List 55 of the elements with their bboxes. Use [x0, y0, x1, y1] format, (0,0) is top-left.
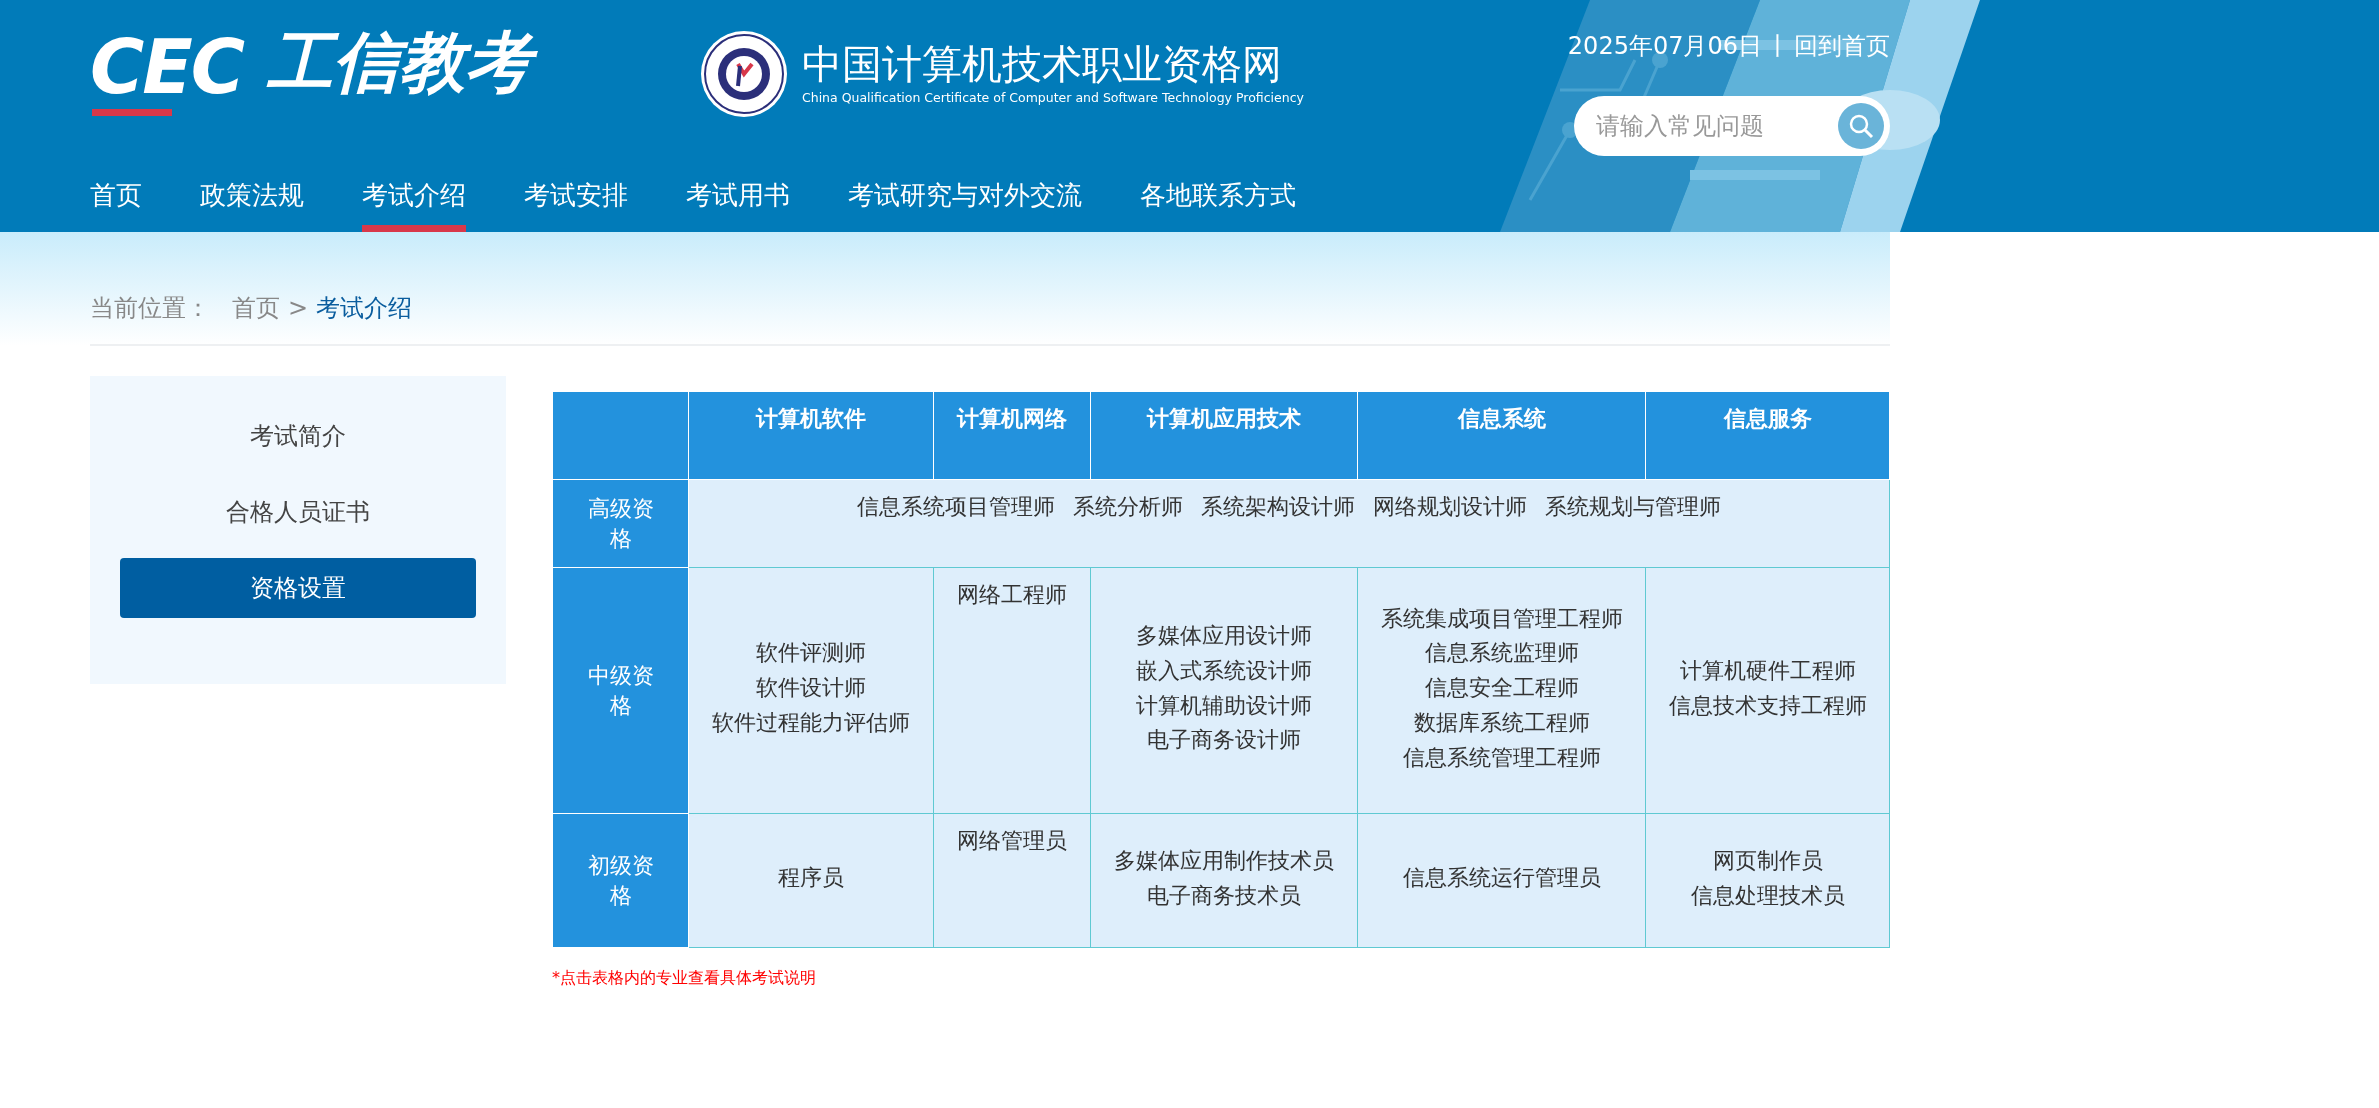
- sidebar-item[interactable]: 资格设置: [120, 558, 476, 618]
- nav-tab[interactable]: 首页: [90, 178, 142, 232]
- column-header: 计算机应用技术: [1090, 391, 1358, 480]
- row-header: 初级资格: [552, 813, 689, 948]
- breadcrumb-label: 当前位置：: [90, 293, 210, 324]
- emblem-icon: [700, 30, 788, 118]
- exam-link[interactable]: 多媒体应用制作技术员: [1101, 845, 1347, 877]
- exam-link[interactable]: 信息技术支持工程师: [1656, 690, 1879, 722]
- breadcrumb-separator: >: [288, 294, 309, 322]
- date-text: 2025年07月06日: [1567, 31, 1762, 62]
- exam-link[interactable]: 系统规划与管理师: [1545, 494, 1721, 519]
- column-header: 信息服务: [1645, 391, 1890, 480]
- exam-link[interactable]: 系统分析师: [1073, 494, 1183, 519]
- exam-link[interactable]: 信息系统项目管理师: [857, 494, 1055, 519]
- exam-link[interactable]: 网络管理员: [944, 826, 1080, 857]
- exam-link[interactable]: 信息处理技术员: [1656, 880, 1879, 912]
- exam-link[interactable]: 软件过程能力评估师: [699, 707, 923, 739]
- site-title: 中国计算机技术职业资格网: [802, 43, 1283, 84]
- logo[interactable]: CEC 工信教考: [90, 30, 700, 116]
- site-subtitle: China Qualification Certificate of Computer and Software Technology Proficiency: [802, 89, 1304, 105]
- nav-tab[interactable]: 各地联系方式: [1140, 178, 1296, 232]
- exam-link[interactable]: 程序员: [699, 863, 923, 894]
- nav-tab[interactable]: 考试研究与对外交流: [848, 178, 1082, 232]
- breadcrumb-link[interactable]: 考试介绍: [316, 292, 413, 324]
- exam-link[interactable]: 软件设计师: [699, 673, 923, 704]
- separator-text: 丨: [1766, 31, 1790, 62]
- exam-link[interactable]: 网络工程师: [944, 580, 1080, 611]
- row-header: 中级资格: [552, 567, 689, 814]
- exam-link[interactable]: 计算机辅助设计师: [1101, 690, 1347, 722]
- exam-link[interactable]: 网络规划设计师: [1373, 494, 1527, 519]
- exam-link[interactable]: 系统集成项目管理工程师: [1368, 603, 1635, 635]
- exam-link[interactable]: 信息系统监理师: [1368, 638, 1635, 670]
- exam-link[interactable]: 嵌入式系统设计师: [1101, 655, 1347, 687]
- sidebar-item[interactable]: 考试简介: [120, 406, 476, 466]
- exam-link[interactable]: 多媒体应用设计师: [1101, 620, 1347, 652]
- column-header: 计算机网络: [933, 391, 1091, 480]
- nav-tab[interactable]: 考试用书: [686, 178, 790, 232]
- table-note: *点击表格内的专业查看具体考试说明: [552, 968, 817, 989]
- column-header: 信息系统: [1357, 391, 1646, 480]
- exam-link[interactable]: 软件评测师: [699, 638, 923, 670]
- search-icon: [1848, 113, 1874, 139]
- exam-link[interactable]: 计算机硬件工程师: [1656, 655, 1879, 687]
- exam-link[interactable]: 电子商务技术员: [1101, 880, 1347, 912]
- exam-link[interactable]: 网页制作员: [1656, 845, 1879, 877]
- column-header: 计算机软件: [688, 391, 934, 480]
- exam-link[interactable]: 信息安全工程师: [1368, 673, 1635, 704]
- nav-tab[interactable]: 政策法规: [200, 178, 304, 232]
- sidebar-item[interactable]: 合格人员证书: [120, 482, 476, 542]
- exam-link[interactable]: 数据库系统工程师: [1368, 707, 1635, 739]
- exam-link[interactable]: 电子商务设计师: [1101, 725, 1347, 757]
- row-header: 高级资格: [552, 479, 689, 568]
- exam-link[interactable]: 信息系统管理工程师: [1368, 742, 1635, 774]
- exam-link[interactable]: 系统架构设计师: [1201, 494, 1355, 519]
- nav-tab[interactable]: 考试安排: [524, 178, 628, 232]
- exam-link[interactable]: 信息系统运行管理员: [1368, 863, 1635, 894]
